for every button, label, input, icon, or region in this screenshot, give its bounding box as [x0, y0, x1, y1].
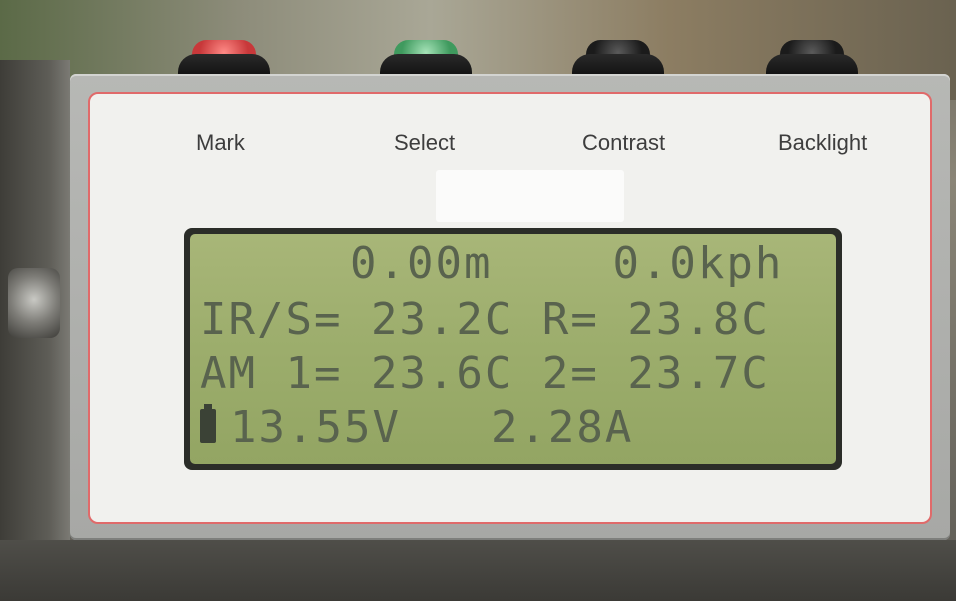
- lcd-line-power: 13.55V 2.28A: [200, 402, 830, 454]
- am2-label: 2=: [541, 348, 599, 399]
- device-panel: Mark Select Contrast Backlight 0.00m 0.0k…: [70, 74, 950, 540]
- battery-icon: [200, 404, 216, 443]
- mounting-bracket: [8, 268, 60, 338]
- am1-temp-readout: 23.6C: [370, 348, 514, 399]
- voltage-readout: 13.55V: [230, 402, 401, 453]
- lcd-bezel: 0.00m 0.0kph IR/S= 23.2C R= 23.8C AM 1= 2…: [184, 228, 842, 470]
- speed-readout: 0.0kph: [612, 238, 784, 289]
- ir-temp-readout: 23.2C: [370, 294, 514, 345]
- button-labels: Mark Select Contrast Backlight: [90, 130, 930, 160]
- lcd-display: 0.00m 0.0kph IR/S= 23.2C R= 23.8C AM 1= 2…: [190, 234, 836, 464]
- lcd-line-ir-temps: IR/S= 23.2C R= 23.8C: [200, 294, 830, 346]
- blank-sticker: [436, 170, 624, 222]
- lcd-line-am-temps: AM 1= 23.6C 2= 23.7C: [200, 348, 830, 400]
- mark-label: Mark: [196, 130, 245, 155]
- r-label: R=: [541, 294, 599, 345]
- lcd-line-distance-speed: 0.00m 0.0kph: [200, 238, 830, 290]
- select-label: Select: [394, 130, 456, 155]
- am2-temp-readout: 23.7C: [627, 348, 770, 399]
- am-label: AM 1=: [200, 348, 343, 399]
- ir-label: IR/S=: [200, 294, 343, 345]
- distance-readout: 0.00m: [350, 238, 493, 289]
- dashboard-surface: [0, 540, 956, 601]
- r-temp-readout: 23.8C: [627, 294, 770, 345]
- faceplate: Mark Select Contrast Backlight 0.00m 0.0k…: [88, 92, 932, 524]
- current-readout: 2.28A: [490, 402, 634, 453]
- backlight-label: Backlight: [778, 130, 868, 155]
- contrast-label: Contrast: [582, 130, 666, 155]
